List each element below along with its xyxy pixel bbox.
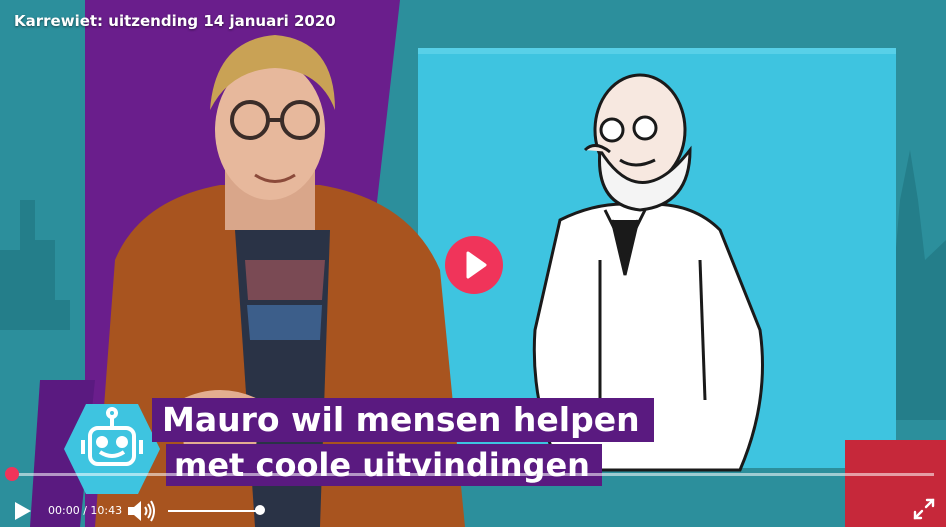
robot-icon — [64, 404, 160, 494]
control-bar: 00:00 / 10:43 — [0, 490, 946, 527]
volume-slider[interactable] — [168, 510, 260, 512]
big-play-button[interactable] — [445, 236, 503, 294]
video-player[interactable]: Karrewiet: uitzending 14 januari 2020 Ma… — [0, 0, 946, 527]
volume-knob[interactable] — [255, 505, 265, 515]
time-display: 00:00 / 10:43 — [48, 504, 123, 517]
caption-line-1: Mauro wil mensen helpen — [152, 398, 654, 442]
fullscreen-icon[interactable] — [913, 498, 935, 520]
play-icon[interactable] — [10, 499, 34, 523]
video-title: Karrewiet: uitzending 14 januari 2020 — [14, 12, 336, 30]
play-icon — [466, 251, 487, 279]
progress-knob[interactable] — [5, 467, 19, 481]
caption-line-2: met coole uitvindingen — [166, 444, 602, 486]
progress-bar[interactable] — [12, 473, 934, 476]
volume-icon[interactable] — [126, 499, 156, 523]
